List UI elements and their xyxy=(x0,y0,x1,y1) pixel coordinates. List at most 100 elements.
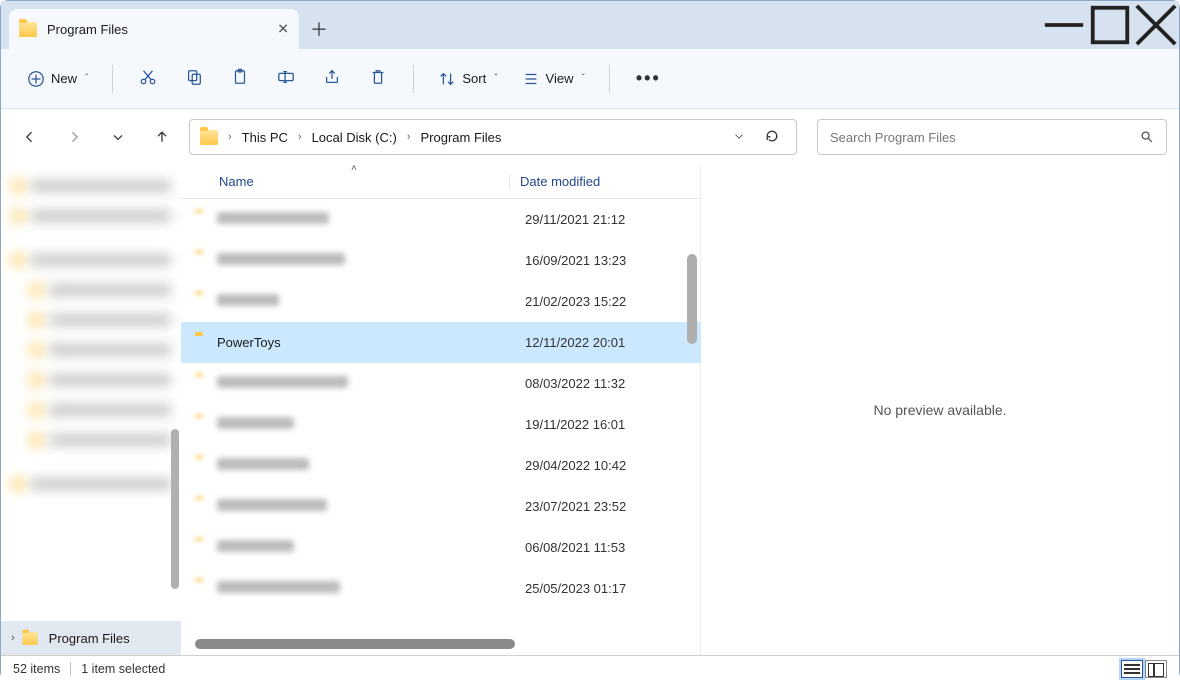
file-date: 08/03/2022 11:32 xyxy=(515,376,701,391)
folder-icon xyxy=(195,335,217,350)
chevron-down-icon: ˇ xyxy=(85,73,88,84)
more-button[interactable]: ••• xyxy=(626,62,671,95)
breadcrumb-folder[interactable]: Program Files xyxy=(417,128,506,147)
breadcrumb-root[interactable]: This PC xyxy=(238,128,292,147)
forward-button[interactable] xyxy=(57,120,91,154)
file-row[interactable]: 29/04/2022 10:42 xyxy=(181,445,701,486)
file-date: 29/04/2022 10:42 xyxy=(515,458,701,473)
list-icon xyxy=(522,70,540,88)
folder-icon xyxy=(195,581,217,596)
back-button[interactable] xyxy=(13,120,47,154)
file-row[interactable]: 16/09/2021 13:23 xyxy=(181,240,701,281)
folder-icon xyxy=(19,22,37,37)
status-bar: 52 items 1 item selected xyxy=(1,655,1179,681)
toolbar: New ˇ Sort ˇ View ˇ ••• xyxy=(1,49,1179,109)
file-name xyxy=(217,458,515,473)
file-name xyxy=(217,581,515,596)
column-name[interactable]: Name xyxy=(219,174,509,189)
file-date: 19/11/2022 16:01 xyxy=(515,417,701,432)
folder-icon xyxy=(195,499,217,514)
new-label: New xyxy=(51,71,77,86)
folder-icon xyxy=(195,294,217,309)
tab-active[interactable]: Program Files ✕ xyxy=(9,9,299,49)
share-icon xyxy=(323,68,341,86)
sort-icon xyxy=(438,70,456,88)
file-row[interactable]: 25/05/2023 01:17 xyxy=(181,568,701,609)
folder-icon xyxy=(22,632,37,645)
list-horizontal-scrollbar[interactable] xyxy=(195,639,687,655)
file-row[interactable]: 19/11/2022 16:01 xyxy=(181,404,701,445)
maximize-button[interactable] xyxy=(1087,1,1133,49)
chevron-down-icon: ˇ xyxy=(494,73,497,84)
ellipsis-icon: ••• xyxy=(636,68,661,88)
folder-icon xyxy=(195,212,217,227)
titlebar: Program Files ✕ ＋ xyxy=(1,1,1179,49)
file-row[interactable]: 06/08/2021 11:53 xyxy=(181,527,701,568)
minimize-button[interactable] xyxy=(1041,1,1087,49)
file-name xyxy=(217,540,515,555)
chevron-right-icon: › xyxy=(405,131,413,143)
cut-button[interactable] xyxy=(129,62,167,95)
trash-icon xyxy=(369,68,387,86)
separator xyxy=(70,662,71,676)
tab-title: Program Files xyxy=(47,22,128,37)
file-row[interactable]: 08/03/2022 11:32 xyxy=(181,363,701,404)
separator xyxy=(413,65,414,93)
window-controls xyxy=(1041,1,1179,49)
file-row[interactable]: 23/07/2021 23:52 xyxy=(181,486,701,527)
chevron-right-icon: › xyxy=(296,131,304,143)
file-name xyxy=(217,376,515,391)
list-vertical-scrollbar[interactable] xyxy=(687,199,701,615)
file-date: 23/07/2021 23:52 xyxy=(515,499,701,514)
rename-button[interactable] xyxy=(267,62,305,95)
breadcrumb-drive[interactable]: Local Disk (C:) xyxy=(308,128,401,147)
view-label: View xyxy=(546,71,574,86)
file-row[interactable]: PowerToys12/11/2022 20:01 xyxy=(181,322,701,363)
sidebar-scrollbar[interactable] xyxy=(171,169,181,639)
sort-button[interactable]: Sort ˇ xyxy=(430,64,505,94)
plus-circle-icon xyxy=(27,70,45,88)
selection-count: 1 item selected xyxy=(81,662,165,676)
file-date: 29/11/2021 21:12 xyxy=(515,212,701,227)
new-button[interactable]: New ˇ xyxy=(19,64,96,94)
sort-label: Sort xyxy=(462,71,486,86)
details-view-toggle[interactable] xyxy=(1121,660,1143,678)
thumbnails-view-toggle[interactable] xyxy=(1145,660,1167,678)
folder-icon xyxy=(195,417,217,432)
recent-dropdown[interactable] xyxy=(101,120,135,154)
sidebar-item-current[interactable]: › Program Files xyxy=(1,621,181,655)
file-date: 06/08/2021 11:53 xyxy=(515,540,701,555)
chevron-right-icon: › xyxy=(11,632,15,644)
view-mode-toggles xyxy=(1121,660,1167,678)
sidebar-tree-blurred xyxy=(1,165,181,615)
file-date: 12/11/2022 20:01 xyxy=(515,335,701,350)
share-button[interactable] xyxy=(313,62,351,95)
folder-icon xyxy=(195,540,217,555)
column-date[interactable]: Date modified xyxy=(509,174,701,189)
search-input[interactable]: Search Program Files xyxy=(817,119,1167,155)
column-headers[interactable]: ˄ Name Date modified xyxy=(181,165,701,199)
close-window-button[interactable] xyxy=(1133,1,1179,49)
search-icon xyxy=(1140,130,1154,144)
file-name xyxy=(217,253,515,268)
navigation-pane[interactable]: › Program Files xyxy=(1,165,181,655)
file-row[interactable]: 29/11/2021 21:12 xyxy=(181,199,701,240)
view-button[interactable]: View ˇ xyxy=(514,64,593,94)
main-area: › Program Files ˄ Name Date modified 29/… xyxy=(1,165,1179,655)
up-button[interactable] xyxy=(145,120,179,154)
refresh-button[interactable] xyxy=(758,128,786,147)
file-rows: 29/11/2021 21:12 16/09/2021 13:23 21/02/20… xyxy=(181,199,701,615)
copy-button[interactable] xyxy=(175,62,213,95)
delete-button[interactable] xyxy=(359,62,397,95)
file-date: 16/09/2021 13:23 xyxy=(515,253,701,268)
address-bar[interactable]: › This PC › Local Disk (C:) › Program Fi… xyxy=(189,119,797,155)
paste-button[interactable] xyxy=(221,62,259,95)
file-row[interactable]: 21/02/2023 15:22 xyxy=(181,281,701,322)
new-tab-button[interactable]: ＋ xyxy=(299,9,339,49)
address-history-dropdown[interactable] xyxy=(724,129,754,146)
close-tab-icon[interactable]: ✕ xyxy=(277,21,289,38)
item-count: 52 items xyxy=(13,662,60,676)
preview-message: No preview available. xyxy=(873,402,1006,418)
file-name: PowerToys xyxy=(217,335,515,350)
search-placeholder: Search Program Files xyxy=(830,130,1132,145)
